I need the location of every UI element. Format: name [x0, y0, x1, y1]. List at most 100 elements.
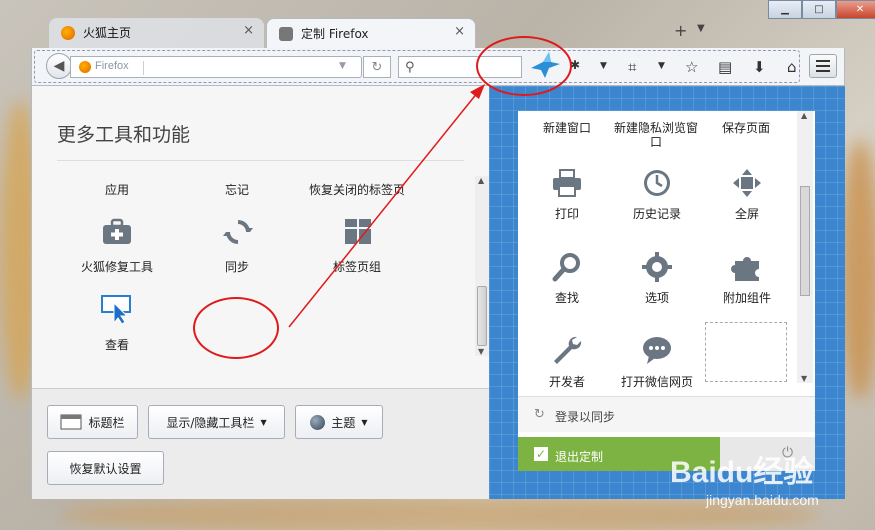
menu-item-label: 打印: [554, 207, 579, 221]
palette-item-apps[interactable]: 应用: [62, 181, 172, 198]
firefox-logo-icon: [79, 61, 91, 73]
desktop-blob: [840, 140, 875, 400]
scrollbar-thumb[interactable]: [800, 186, 810, 296]
titlebar-button[interactable]: 标题栏: [47, 405, 138, 439]
tab-list-button[interactable]: ▼: [697, 23, 705, 34]
tab-label: 定制 Firefox: [301, 27, 369, 41]
menu-item-addons[interactable]: 附加组件: [702, 291, 792, 305]
bookmark-star-icon[interactable]: ☆: [685, 58, 698, 76]
menu-customization-area: 新建窗口 新建隐私浏览窗口 保存页面 打印 历史记录 全屏 查找 选项 附加组件…: [489, 86, 845, 499]
menu-item-label: 全屏: [734, 207, 759, 221]
empty-menu-slot: [705, 322, 787, 382]
palette-item-label: 恢复关闭的标签页: [308, 183, 405, 197]
close-tab-icon[interactable]: ×: [243, 23, 254, 38]
menu-item-fullscreen[interactable]: 全屏: [702, 207, 792, 221]
tab-customize-firefox[interactable]: 定制 Firefox ×: [266, 18, 476, 48]
home-icon[interactable]: ⌂: [787, 58, 797, 76]
scroll-up-icon[interactable]: ▲: [801, 111, 807, 120]
options-gear-icon: [642, 252, 672, 282]
wechat-chat-icon: [643, 337, 671, 364]
firefox-logo-icon: [61, 26, 75, 40]
developer-wrench-icon: [554, 336, 582, 364]
palette-item-forget[interactable]: 忘记: [182, 181, 292, 198]
menu-item-options[interactable]: 选项: [612, 291, 702, 305]
menu-scrollbar[interactable]: ▲ ▼: [797, 111, 813, 383]
palette-item-label: 同步: [224, 260, 249, 274]
palette-scrollbar[interactable]: ▲ ▼: [475, 176, 489, 356]
toolbox-icon: [103, 218, 131, 244]
tab-label: 火狐主页: [83, 26, 132, 40]
find-icon: [552, 253, 580, 282]
palette-item-restore-closed-tabs[interactable]: 恢复关闭的标签页: [292, 181, 422, 198]
toolbars-toggle-button[interactable]: 显示/隐藏工具栏 ▼: [148, 405, 285, 439]
sync-icon: ↻: [534, 407, 545, 422]
customization-palette: 更多工具和功能 应用 忘记 恢复关闭的标签页 火狐修复工具 同步 标签页组 查看: [31, 86, 490, 499]
menu-item-label: 附加组件: [722, 291, 771, 305]
scroll-down-icon[interactable]: ▼: [801, 374, 807, 383]
annotation-ellipse-toolbar: [476, 36, 572, 96]
menu-item-save-page[interactable]: 保存页面: [701, 121, 791, 135]
menu-item-label: 新建隐私浏览窗口: [613, 121, 698, 149]
restore-defaults-button[interactable]: 恢复默认设置: [47, 451, 164, 485]
crop-icon[interactable]: ⌗: [628, 58, 636, 76]
palette-item-label: 应用: [104, 183, 129, 197]
menu-item-label: 选项: [644, 291, 669, 305]
menu-item-new-window[interactable]: 新建窗口: [522, 121, 612, 135]
menu-item-label: 打开微信网页: [620, 375, 693, 389]
bookmarks-menu-icon[interactable]: ▤: [718, 58, 732, 76]
menu-panel: 新建窗口 新建隐私浏览窗口 保存页面 打印 历史记录 全屏 查找 选项 附加组件…: [518, 111, 815, 471]
menu-item-history[interactable]: 历史记录: [612, 207, 702, 221]
menu-item-label: 历史记录: [632, 207, 681, 221]
palette-item-view[interactable]: 查看: [62, 336, 172, 353]
dropdown-icon[interactable]: ▼: [658, 61, 665, 71]
back-arrow-icon: ◀: [53, 58, 65, 74]
new-tab-button[interactable]: +: [674, 21, 687, 40]
url-bar[interactable]: Firefox ▼: [70, 56, 362, 78]
scroll-up-icon[interactable]: ▲: [478, 176, 484, 185]
scrollbar-thumb[interactable]: [477, 286, 487, 346]
menu-item-find[interactable]: 查找: [522, 291, 612, 305]
chevron-down-icon: ▼: [361, 417, 368, 427]
menu-item-developer[interactable]: 开发者: [522, 375, 612, 389]
navigation-toolbar: ◀ Firefox ▼ ↻ ⚲ ✱ ▼ ⌗ ▼ ☆ ▤ ⬇ ⌂: [31, 48, 845, 86]
palette-item-label: 忘记: [224, 183, 249, 197]
sync-signin-row[interactable]: ↻ 登录以同步: [518, 396, 815, 432]
palette-title: 更多工具和功能: [57, 124, 191, 146]
reload-button[interactable]: ↻: [363, 56, 391, 78]
button-label: 标题栏: [88, 415, 125, 430]
exit-label: 退出定制: [555, 450, 604, 464]
chevron-down-icon: ▼: [260, 417, 267, 427]
menu-item-label: 新建窗口: [542, 121, 591, 135]
scroll-down-icon[interactable]: ▼: [478, 347, 484, 356]
history-dropdown-icon[interactable]: ▼: [339, 61, 346, 71]
menu-item-open-wechat[interactable]: 打开微信网页: [612, 375, 702, 389]
menu-item-private-window[interactable]: 新建隐私浏览窗口: [613, 121, 699, 149]
menu-item-print[interactable]: 打印: [522, 207, 612, 221]
reload-icon: ↻: [371, 59, 383, 75]
palette-item-label: 火狐修复工具: [80, 260, 153, 274]
palette-item-label: 查看: [104, 338, 129, 352]
open-menu-button[interactable]: [809, 54, 837, 78]
close-tab-icon[interactable]: ×: [454, 24, 465, 39]
divider: [143, 61, 144, 75]
titlebar-icon: [60, 414, 82, 430]
palette-item-sync[interactable]: 同步: [182, 258, 292, 275]
tab-groups-icon: [345, 219, 371, 244]
sync-icon: [223, 220, 253, 244]
customization-footer: 标题栏 显示/隐藏工具栏 ▼ 主题 ▼ 恢复默认设置: [32, 388, 490, 499]
palette-item-label: 标签页组: [332, 260, 381, 274]
baidu-watermark-url: jingyan.baidu.com: [706, 492, 819, 508]
dropdown-icon[interactable]: ▼: [600, 61, 607, 71]
back-button[interactable]: ◀: [46, 53, 72, 79]
themes-button[interactable]: 主题 ▼: [295, 405, 383, 439]
palette-item-firefox-repair[interactable]: 火狐修复工具: [62, 258, 172, 275]
palette-item-tab-groups[interactable]: 标签页组: [302, 258, 412, 275]
download-icon[interactable]: ⬇: [753, 58, 766, 76]
tab-firefox-home[interactable]: 火狐主页 ×: [49, 18, 264, 48]
menu-item-label: 开发者: [548, 375, 585, 389]
button-label: 主题: [331, 415, 356, 430]
identity-label: Firefox: [95, 60, 129, 72]
baidu-watermark-logo: Baidu经验: [670, 456, 814, 489]
gear-icon: [279, 27, 293, 41]
button-label: 显示/隐藏工具栏: [166, 415, 255, 430]
